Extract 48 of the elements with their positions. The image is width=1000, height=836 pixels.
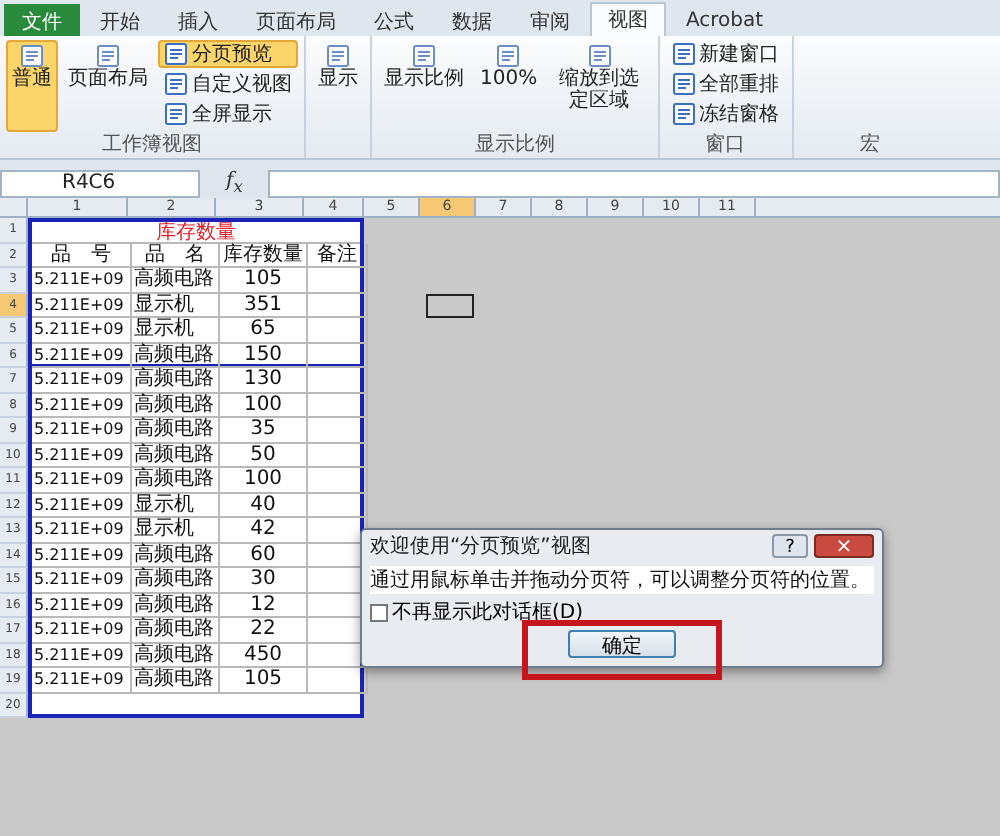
ribbon-tab[interactable]: Acrobat — [668, 4, 782, 36]
name-box[interactable]: R4C6 — [0, 169, 200, 197]
ribbon-button[interactable]: 分页预览 — [158, 40, 298, 68]
ribbon-tab[interactable]: 开始 — [82, 4, 158, 36]
document-icon — [671, 72, 696, 96]
document-icon — [671, 42, 696, 66]
document-icon — [326, 44, 350, 68]
ribbon-button[interactable]: 全屏显示 — [158, 100, 298, 128]
help-button[interactable]: ? — [772, 534, 808, 558]
document-icon — [496, 44, 521, 68]
ribbon-button[interactable]: 显示比例 — [378, 40, 470, 132]
document-icon — [412, 44, 436, 68]
document-icon — [20, 44, 44, 68]
ribbon-button[interactable]: 页面布局 — [62, 40, 154, 132]
group-label: 窗口 — [703, 132, 748, 158]
group-label: 宏 — [860, 132, 880, 158]
cell-cursor — [426, 294, 474, 318]
ribbon-tab[interactable]: 公式 — [356, 4, 432, 36]
close-button[interactable]: × — [814, 534, 874, 558]
ribbon-tab[interactable]: 数据 — [434, 4, 510, 36]
document-icon — [96, 44, 120, 68]
ribbon-button[interactable]: 新建窗口 — [665, 40, 786, 68]
dialog-title: 欢迎使用“分页预览”视图 — [370, 533, 593, 560]
document-icon — [587, 44, 612, 68]
document-icon — [164, 72, 188, 96]
ribbon-button[interactable]: 显示 — [312, 40, 364, 132]
ribbon-button[interactable]: 普通 — [6, 40, 58, 132]
ribbon-tab[interactable]: 审阅 — [512, 4, 588, 36]
group-label: 显示比例 — [472, 132, 557, 158]
document-icon — [164, 102, 188, 126]
ribbon-tab[interactable]: 视图 — [590, 2, 666, 36]
ribbon-button[interactable]: 100% — [474, 40, 544, 132]
ribbon-tab[interactable]: 页面布局 — [238, 4, 354, 36]
ribbon-button[interactable]: 自定义视图 — [158, 70, 298, 98]
formula-field[interactable] — [268, 169, 1000, 197]
group-label: 工作簿视图 — [100, 132, 204, 158]
ribbon-button[interactable]: 全部重排 — [665, 70, 786, 98]
document-icon — [164, 42, 188, 66]
ok-button[interactable]: 确定 — [568, 630, 676, 658]
checkbox-label: 不再显示此对话框(D) — [392, 599, 584, 626]
document-icon — [671, 102, 696, 126]
ribbon-button[interactable]: 冻结窗格 — [665, 100, 786, 128]
ribbon-tab[interactable]: 插入 — [160, 4, 236, 36]
ribbon-button[interactable]: 缩放到选定区域 — [547, 40, 652, 132]
dialog-message: 通过用鼠标单击并拖动分页符，可以调整分页符的位置。 — [370, 566, 874, 594]
function-button[interactable]: f$_{x}$ — [206, 170, 263, 196]
checkbox[interactable] — [370, 603, 388, 621]
ribbon-tab[interactable]: 文件 — [4, 4, 80, 36]
